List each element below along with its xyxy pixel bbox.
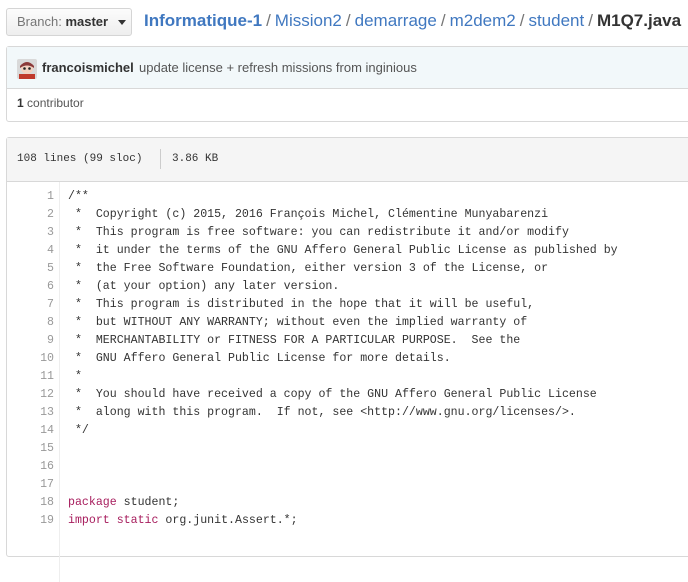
code-line: 7 * This program is distributed in the h…: [7, 296, 688, 314]
line-number[interactable]: 7: [7, 296, 54, 314]
line-number[interactable]: 2: [7, 206, 54, 224]
code-text: org.junit.Assert.*;: [158, 514, 298, 527]
line-code: * This program is free software: you can…: [68, 226, 569, 239]
line-code: * MERCHANTABILITY or FITNESS FOR A PARTI…: [68, 334, 521, 347]
contributors-summary[interactable]: 1 contributor: [17, 96, 84, 110]
code-line: 9 * MERCHANTABILITY or FITNESS FOR A PAR…: [7, 332, 688, 350]
code-line: 4 * it under the terms of the GNU Affero…: [7, 242, 688, 260]
breadcrumb-demarrage-link[interactable]: demarrage: [355, 11, 437, 30]
line-number[interactable]: 1: [7, 188, 54, 206]
line-code: */: [68, 424, 89, 437]
code-line: 17: [7, 476, 688, 494]
breadcrumb: Informatique-1/Mission2/demarrage / m2dem2…: [144, 11, 682, 30]
contributor-label: contributor: [27, 96, 84, 110]
code-line: 12 * You should have received a copy of …: [7, 386, 688, 404]
line-code: * along with this program. If not, see <…: [68, 406, 576, 419]
code-line: 6 * (at your option) any later version.: [7, 278, 688, 296]
line-code: * the Free Software Foundation, either v…: [68, 262, 549, 275]
latest-commit: francoismichel update license + refresh …: [7, 47, 688, 89]
code-keyword: package: [68, 496, 117, 509]
line-code: * it under the terms of the GNU Affero G…: [68, 244, 618, 257]
caret-down-icon: [117, 20, 126, 26]
code-line: 19 import static org.junit.Assert.*;: [7, 512, 688, 530]
line-number[interactable]: 9: [7, 332, 54, 350]
code-line: 11 *: [7, 368, 688, 386]
code-line: 2 * Copyright (c) 2015, 2016 François Mi…: [7, 206, 688, 224]
breadcrumb-repo-link[interactable]: Informatique-1: [144, 11, 262, 30]
code-line: 18 package student;: [7, 494, 688, 512]
line-number[interactable]: 12: [7, 386, 54, 404]
code-text: student;: [116, 496, 180, 509]
file-info-divider: [160, 149, 161, 169]
line-code: * This program is distributed in the hop…: [68, 298, 535, 311]
line-number[interactable]: 16: [7, 458, 54, 476]
file-navigation: Branch: master Informatique-1/Mission2/d…: [0, 0, 688, 46]
line-number[interactable]: 15: [7, 440, 54, 458]
line-code: * Copyright (c) 2015, 2016 François Mich…: [68, 208, 549, 221]
code-line: 10 * GNU Affero General Public License f…: [7, 350, 688, 368]
code-line: 15: [7, 440, 688, 458]
code-line: 16: [7, 458, 688, 476]
code-line: 5 * the Free Software Foundation, either…: [7, 260, 688, 278]
line-number[interactable]: 3: [7, 224, 54, 242]
breadcrumb-file-name: M1Q7.java: [596, 11, 682, 30]
commit-tease: francoismichel update license + refresh …: [6, 46, 688, 122]
code-view: 1 /** 2 * Copyright (c) 2015, 2016 Françoi…: [7, 182, 688, 582]
code-line: 8 * but WITHOUT ANY WARRANTY; without ev…: [7, 314, 688, 332]
line-number[interactable]: 6: [7, 278, 54, 296]
line-number[interactable]: 4: [7, 242, 54, 260]
line-number[interactable]: 19: [7, 512, 54, 530]
contributor-count: 1: [17, 96, 24, 110]
line-code: *: [68, 370, 82, 383]
branch-select-button[interactable]: Branch: master: [6, 8, 132, 36]
branch-label: Branch:: [17, 14, 62, 29]
code-line: 13 * along with this program. If not, se…: [7, 404, 688, 422]
file-size: 3.86 KB: [172, 153, 219, 165]
avatar[interactable]: [17, 59, 37, 79]
code-keyword: import static: [68, 514, 159, 527]
breadcrumb-m2dem2-link[interactable]: m2dem2: [450, 11, 516, 30]
line-code: * but WITHOUT ANY WARRANTY; without even…: [68, 316, 528, 329]
line-number[interactable]: 10: [7, 350, 54, 368]
file-lines-info: 108 lines (99 sloc): [17, 153, 143, 165]
line-number[interactable]: 11: [7, 368, 54, 386]
line-number[interactable]: 17: [7, 476, 54, 494]
code-line: 14 */: [7, 422, 688, 440]
line-number[interactable]: 14: [7, 422, 54, 440]
branch-value: master: [65, 14, 109, 29]
code-line: 1 /**: [7, 188, 688, 206]
line-code: /**: [68, 190, 89, 203]
line-number[interactable]: 5: [7, 260, 54, 278]
line-code: * (at your option) any later version.: [68, 280, 340, 293]
file-viewer: 108 lines (99 sloc) 3.86 KB 1 /** 2 * Copy…: [6, 137, 688, 582]
line-code: package student;: [68, 494, 179, 512]
commit-message-link[interactable]: update license + refresh missions from i…: [139, 60, 417, 75]
line-number[interactable]: 18: [7, 494, 54, 512]
code-line: 3 * This program is free software: you c…: [7, 224, 688, 242]
line-number[interactable]: 13: [7, 404, 54, 422]
line-code: * You should have received a copy of the…: [68, 388, 597, 401]
commit-author-link[interactable]: francoismichel: [42, 60, 134, 75]
line-code: import static org.junit.Assert.*;: [68, 512, 298, 530]
file-info-header: 108 lines (99 sloc) 3.86 KB: [7, 138, 688, 182]
breadcrumb-student-link[interactable]: student: [528, 11, 584, 30]
breadcrumb-mission2-link[interactable]: Mission2: [275, 11, 342, 30]
line-number[interactable]: 8: [7, 314, 54, 332]
line-code: * GNU Affero General Public License for …: [68, 352, 451, 365]
